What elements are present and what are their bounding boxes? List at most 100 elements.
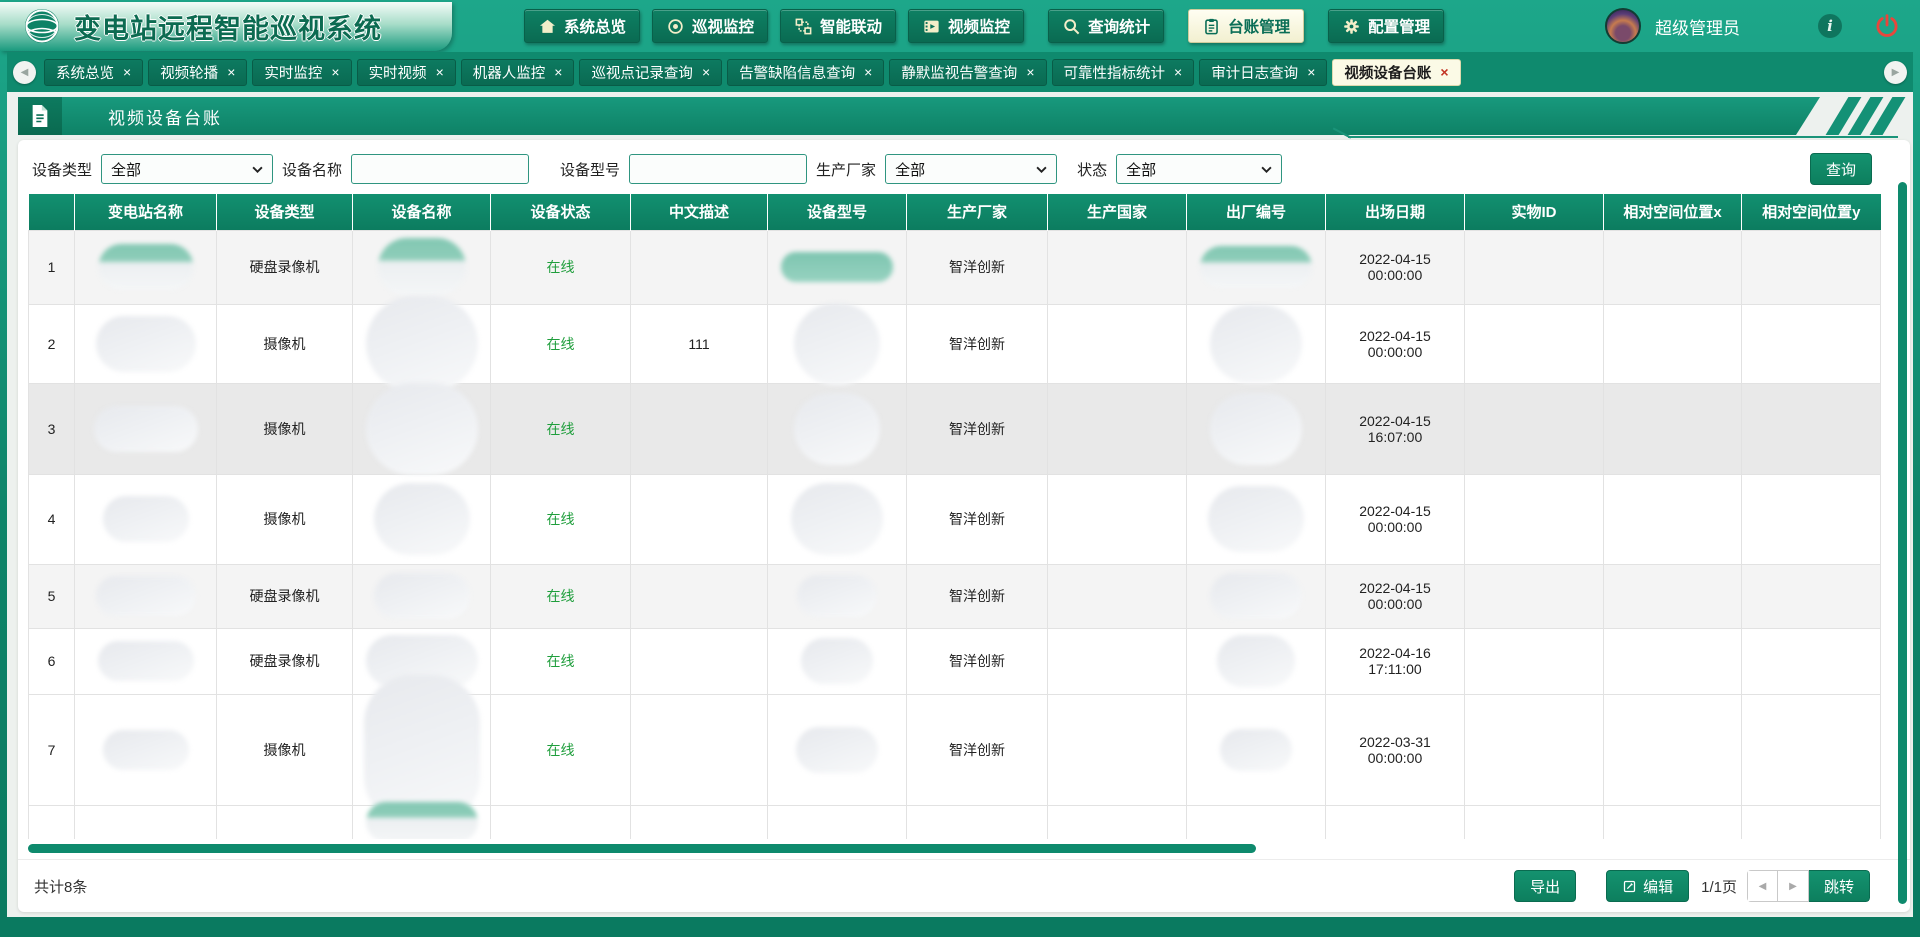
tab-system-overview[interactable]: 系统总览× <box>44 59 143 86</box>
cell-manufacturer: 智洋创新 <box>907 230 1048 304</box>
app-title: 变电站远程智能巡视系统 <box>74 7 382 46</box>
cell-station-name <box>75 564 217 628</box>
edit-pencil-icon <box>1622 879 1637 894</box>
cell-station-name <box>75 805 217 839</box>
table-row[interactable]: 2摄像机在线111智洋创新2022-04-15 00:00:00 <box>29 304 1881 383</box>
cell-seq: 6 <box>29 628 75 694</box>
clipboard-icon <box>1202 17 1221 36</box>
edit-button[interactable]: 编辑 <box>1606 870 1689 902</box>
tab-realtime-monitor[interactable]: 实时监控× <box>252 59 351 86</box>
tab-close-icon[interactable]: × <box>227 65 235 79</box>
cell-cn-desc <box>631 230 768 304</box>
device-type-select[interactable]: 全部 <box>101 154 273 184</box>
table-row[interactable]: 3摄像机在线智洋创新2022-04-15 16:07:00 <box>29 383 1881 474</box>
vertical-scrollbar[interactable] <box>1898 182 1907 904</box>
tab-close-icon[interactable]: × <box>123 65 131 79</box>
tab-close-icon[interactable]: × <box>1174 65 1182 79</box>
cell-device-model <box>768 564 907 628</box>
device-table: 变电站名称设备类型设备名称设备状态中文描述设备型号生产厂家生产国家出厂编号出场日… <box>28 194 1881 839</box>
table-row[interactable]: 5硬盘录像机在线智洋创新2022-04-15 00:00:00 <box>29 564 1881 628</box>
cell-cn-desc: 111 <box>631 304 768 383</box>
tab-video-carousel[interactable]: 视频轮播 × <box>148 59 247 86</box>
tab-close-icon[interactable]: × <box>864 65 872 79</box>
tab-label: 视频轮播 <box>160 62 218 83</box>
cell-seq: 3 <box>29 383 75 474</box>
avatar[interactable] <box>1605 8 1641 44</box>
ledger-panel: 设备类型 全部 设备名称 设备型号 生产厂家 全部 状态 全部 <box>18 140 1910 912</box>
search-icon <box>1062 17 1081 36</box>
redacted-blob <box>797 575 877 617</box>
cell-physical-id <box>1465 564 1604 628</box>
col-header-device-type: 设备类型 <box>217 194 353 230</box>
tab-close-icon[interactable]: × <box>436 65 444 79</box>
page-title-text: 视频设备台账 <box>108 104 222 129</box>
tab-alarm-defect-query[interactable]: 告警缺陷信息查询 × <box>727 59 884 86</box>
query-button[interactable]: 查询 <box>1810 153 1872 185</box>
col-header-factory-date: 出场日期 <box>1326 194 1465 230</box>
nav-query-stats[interactable]: 查询统计 <box>1048 9 1164 43</box>
tab-robot-monitor[interactable]: 机器人监控× <box>461 59 575 86</box>
cell-serial-no <box>1187 304 1326 383</box>
cell-rel-pos-y <box>1742 805 1881 839</box>
cell-factory-date: 2022-04-16 17:11:00 <box>1326 628 1465 694</box>
col-header-serial-no: 出厂编号 <box>1187 194 1326 230</box>
cell-country <box>1048 805 1187 839</box>
link-icon <box>794 17 813 36</box>
cell-station-name <box>75 230 217 304</box>
tab-label: 告警缺陷信息查询 <box>739 62 855 83</box>
cell-device-name <box>353 304 491 383</box>
tab-close-icon[interactable]: × <box>1026 65 1034 79</box>
col-header-seq <box>29 194 75 230</box>
chevron-down-icon <box>1036 166 1047 173</box>
cell-device-model <box>768 383 907 474</box>
tab-video-device-ledger[interactable]: 视频设备台账× <box>1332 59 1460 86</box>
nav-smart-linkage[interactable]: 智能联动 <box>780 9 896 43</box>
device-type-value: 全部 <box>111 159 141 180</box>
logout-power-icon[interactable] <box>1874 13 1900 39</box>
nav-system-overview[interactable]: 系统总览 <box>524 9 640 43</box>
status-select[interactable]: 全部 <box>1116 154 1282 184</box>
nav-config-mgmt[interactable]: 配置管理 <box>1328 9 1444 43</box>
table-row[interactable]: 6硬盘录像机在线智洋创新2022-04-16 17:11:00 <box>29 628 1881 694</box>
cell-device-name <box>353 805 491 839</box>
next-page-icon[interactable]: ▶ <box>1778 870 1809 902</box>
manufacturer-select[interactable]: 全部 <box>885 154 1057 184</box>
nav-video-monitor[interactable]: 视频监控 <box>908 9 1024 43</box>
redacted-blob <box>794 393 880 465</box>
tab-close-icon[interactable]: × <box>702 65 710 79</box>
tabs-scroll-right-icon[interactable]: ▶ <box>1884 61 1907 84</box>
tab-close-icon[interactable]: × <box>1307 65 1315 79</box>
device-model-input[interactable] <box>629 154 807 184</box>
tab-silent-alarm-query[interactable]: 静默监视告警查询× <box>889 59 1046 86</box>
prev-page-icon[interactable]: ◀ <box>1747 870 1778 902</box>
tab-audit-log-query[interactable]: 审计日志查询× <box>1199 59 1327 86</box>
cell-device-type: 硬盘录像机 <box>217 628 353 694</box>
table-row[interactable]: 4摄像机在线智洋创新2022-04-15 00:00:00 <box>29 474 1881 564</box>
nav-label: 巡视监控 <box>692 15 754 37</box>
tabs-scroll-left-icon[interactable]: ◀ <box>13 61 36 84</box>
info-icon[interactable]: i <box>1818 14 1842 38</box>
table-row[interactable]: 7摄像机在线智洋创新2022-03-31 00:00:00 <box>29 694 1881 805</box>
cell-country <box>1048 304 1187 383</box>
table-row[interactable] <box>29 805 1881 839</box>
tab-close-icon[interactable]: × <box>1440 65 1448 79</box>
tab-patrol-record-query[interactable]: 巡视点记录查询× <box>579 59 722 86</box>
tab-close-icon[interactable]: × <box>554 65 562 79</box>
device-name-input[interactable] <box>351 154 529 184</box>
jump-button[interactable]: 跳转 <box>1809 870 1870 902</box>
tab-reliability-stats[interactable]: 可靠性指标统计× <box>1052 59 1195 86</box>
status-label: 状态 <box>1077 159 1107 180</box>
tab-realtime-video[interactable]: 实时视频× <box>357 59 456 86</box>
nav-patrol-monitor[interactable]: 巡视监控 <box>652 9 768 43</box>
cell-station-name <box>75 474 217 564</box>
cell-seq: 1 <box>29 230 75 304</box>
tab-close-icon[interactable]: × <box>331 65 339 79</box>
open-tabs-bar: ◀ 系统总览×视频轮播×实时监控×实时视频×机器人监控×巡视点记录查询×告警缺陷… <box>7 52 1913 92</box>
redacted-blob <box>794 303 880 385</box>
cell-rel-pos-y <box>1742 230 1881 304</box>
horizontal-scrollbar[interactable] <box>28 844 1256 853</box>
col-header-device-model: 设备型号 <box>768 194 907 230</box>
export-button[interactable]: 导出 <box>1514 870 1576 902</box>
nav-ledger-mgmt[interactable]: 台账管理 <box>1188 9 1304 43</box>
table-row[interactable]: 1硬盘录像机在线智洋创新2022-04-15 00:00:00 <box>29 230 1881 304</box>
